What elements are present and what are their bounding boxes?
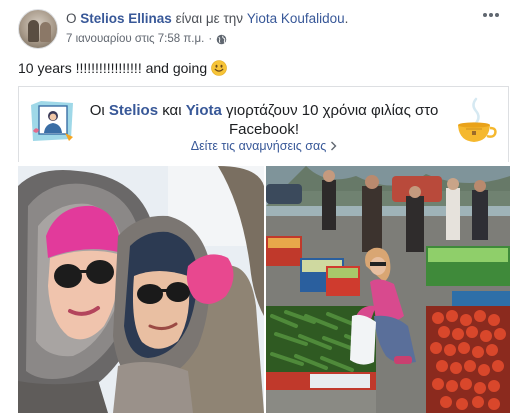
card-conjunction: και <box>162 102 182 119</box>
author-name-link[interactable]: Stelios Ellinas <box>80 11 172 26</box>
teacup-illustration-icon <box>458 97 497 142</box>
more-options-icon[interactable] <box>481 10 501 20</box>
selfie-photo[interactable] <box>18 166 264 413</box>
avatar-figure <box>28 20 39 42</box>
friendship-anniversary-card[interactable]: Οι Stelios και Yiota γιορτάζουν 10 χρόνι… <box>18 86 509 162</box>
with-text: είναι με την <box>175 11 244 26</box>
tagged-user-link[interactable]: Yiota Koufalidou <box>247 11 345 26</box>
see-memories-label: Δείτε τις αναμνήσεις σας <box>190 139 327 153</box>
selfie-photo-image <box>18 166 264 413</box>
post-photos <box>18 166 510 413</box>
post-header: Ο Stelios Ellinas είναι με την Yiota Kou… <box>0 0 513 54</box>
card-prefix: Οι <box>89 102 105 119</box>
post-meta: 7 ιανουαρίου στις 7:58 π.μ. · <box>66 33 227 45</box>
market-photo-image <box>266 166 510 413</box>
author-avatar[interactable] <box>18 9 58 49</box>
meta-separator: · <box>208 33 213 45</box>
smiley-emoji-icon <box>211 60 227 76</box>
globe-icon[interactable] <box>216 34 227 45</box>
avatar-figure <box>40 22 51 42</box>
post-body: 10 years !!!!!!!!!!!!!!!!! and going <box>18 60 227 76</box>
market-photo[interactable] <box>266 166 510 413</box>
post-text: 10 years !!!!!!!!!!!!!!!!! and going <box>18 60 208 76</box>
see-memories-link[interactable]: Δείτε τις αναμνήσεις σας <box>81 139 447 153</box>
post-timestamp[interactable]: 7 ιανουαρίου στις 7:58 π.μ. <box>66 33 204 45</box>
friends-illustration-icon <box>31 101 73 141</box>
card-friend-name-1[interactable]: Stelios <box>109 102 158 119</box>
card-suffix: γιορτάζουν 10 χρόνια φιλίας στο Facebook… <box>226 102 439 138</box>
post-title-line: Ο Stelios Ellinas είναι με την Yiota Kou… <box>66 11 349 26</box>
title-period: . <box>344 11 349 26</box>
card-friend-name-2[interactable]: Yiota <box>186 102 222 119</box>
card-title: Οι Stelios και Yiota γιορτάζουν 10 χρόνι… <box>81 101 447 139</box>
chevron-right-icon <box>331 141 337 151</box>
